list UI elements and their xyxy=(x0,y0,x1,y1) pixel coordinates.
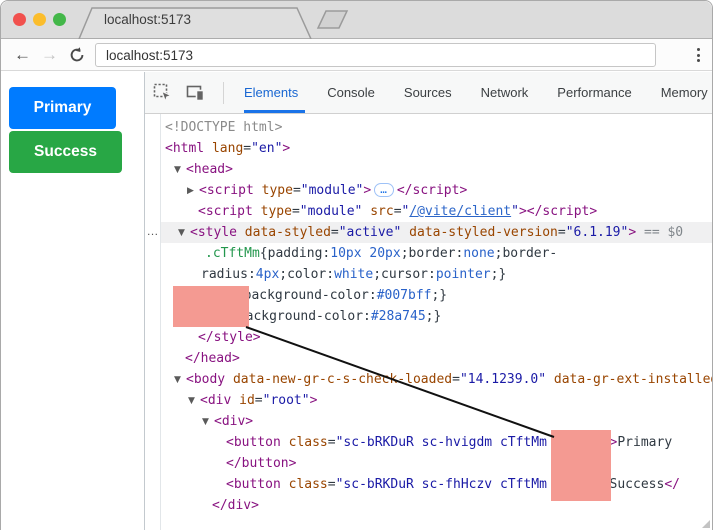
code-line[interactable]: <button class="sc-bRKDuR sc-fhHczv cTftM… xyxy=(161,474,712,495)
expander-arrow-icon[interactable]: ▼ xyxy=(188,391,200,412)
browser-menu-icon[interactable] xyxy=(688,44,708,66)
code-line[interactable]: </style> xyxy=(161,327,712,348)
browser-window: localhost:5173 ← → Primary Success xyxy=(0,0,713,530)
code-line[interactable]: .cTftMm{padding:10px 20px;border:none;bo… xyxy=(161,243,712,264)
code-line[interactable]: </head> xyxy=(161,348,712,369)
code-line[interactable]: ▶<script type="module">…</script> xyxy=(161,180,712,201)
code-line[interactable]: radius:4px;color:white;cursor:pointer;} xyxy=(161,264,712,285)
url-input[interactable] xyxy=(95,43,656,67)
tab-title[interactable]: localhost:5173 xyxy=(104,12,191,27)
tab-memory[interactable]: Memory xyxy=(661,72,708,113)
elements-tree: <!DOCTYPE html><html lang="en">▼<head>▶<… xyxy=(161,114,712,530)
expander-arrow-icon[interactable]: ▼ xyxy=(202,412,214,433)
tab-performance[interactable]: Performance xyxy=(557,72,631,113)
success-button[interactable]: Success xyxy=(9,131,122,173)
inspect-element-icon[interactable] xyxy=(153,83,173,103)
expander-arrow-icon[interactable]: ▼ xyxy=(178,223,190,244)
tab-strip: localhost:5173 xyxy=(1,1,712,39)
address-bar: ← → xyxy=(1,39,712,71)
code-line[interactable]: ▼<div id="root"> xyxy=(161,390,712,411)
code-line[interactable]: ▼<div> xyxy=(161,411,712,432)
toolbar-divider xyxy=(223,82,224,104)
expander-arrow-icon[interactable]: ▶ xyxy=(187,181,199,202)
back-icon[interactable]: ← xyxy=(14,43,31,67)
code-line[interactable]: .bSOFjJ{background-color:#007bff;} xyxy=(161,285,712,306)
code-line[interactable]: ▼<style data-styled="active" data-styled… xyxy=(161,222,712,243)
refresh-icon[interactable] xyxy=(68,46,86,64)
code-line[interactable]: <script type="module" src="/@vite/client… xyxy=(161,201,712,222)
code-line[interactable]: <html lang="en"> xyxy=(161,138,712,159)
code-line[interactable]: <!DOCTYPE html> xyxy=(161,117,712,138)
attribute-link[interactable]: /@vite/client xyxy=(409,204,511,219)
code-line[interactable]: ▼<body data-new-gr-c-s-check-loaded="14.… xyxy=(161,369,712,390)
resize-grip[interactable] xyxy=(702,520,710,528)
tab-network[interactable]: Network xyxy=(481,72,529,113)
device-toolbar-icon[interactable] xyxy=(186,83,206,103)
page-content: Primary Success xyxy=(1,72,144,530)
code-line[interactable]: </button> xyxy=(161,453,712,474)
devtools-panel: Elements Console Sources Network Perform… xyxy=(144,72,712,530)
new-tab-button[interactable] xyxy=(318,11,347,28)
code-line[interactable]: .pkxvl{background-color:#28a745;} xyxy=(161,306,712,327)
inline-expand-button[interactable]: … xyxy=(374,183,394,197)
gutter-ellipsis-marker: … xyxy=(145,222,160,243)
expander-arrow-icon[interactable]: ▼ xyxy=(174,370,186,391)
code-line[interactable]: <button class="sc-bRKDuR sc-hvigdm cTftM… xyxy=(161,432,712,453)
expander-arrow-icon[interactable]: ▼ xyxy=(174,160,186,181)
tab-elements[interactable]: Elements xyxy=(244,72,298,113)
primary-button[interactable]: Primary xyxy=(9,87,116,129)
code-line[interactable]: </div> xyxy=(161,495,712,516)
code-line[interactable]: ▼<head> xyxy=(161,159,712,180)
devtools-tabs: Elements Console Sources Network Perform… xyxy=(244,72,712,113)
devtools-toolbar: Elements Console Sources Network Perform… xyxy=(145,72,712,114)
tab-console[interactable]: Console xyxy=(327,72,375,113)
forward-icon[interactable]: → xyxy=(41,43,58,67)
tab-sources[interactable]: Sources xyxy=(404,72,452,113)
